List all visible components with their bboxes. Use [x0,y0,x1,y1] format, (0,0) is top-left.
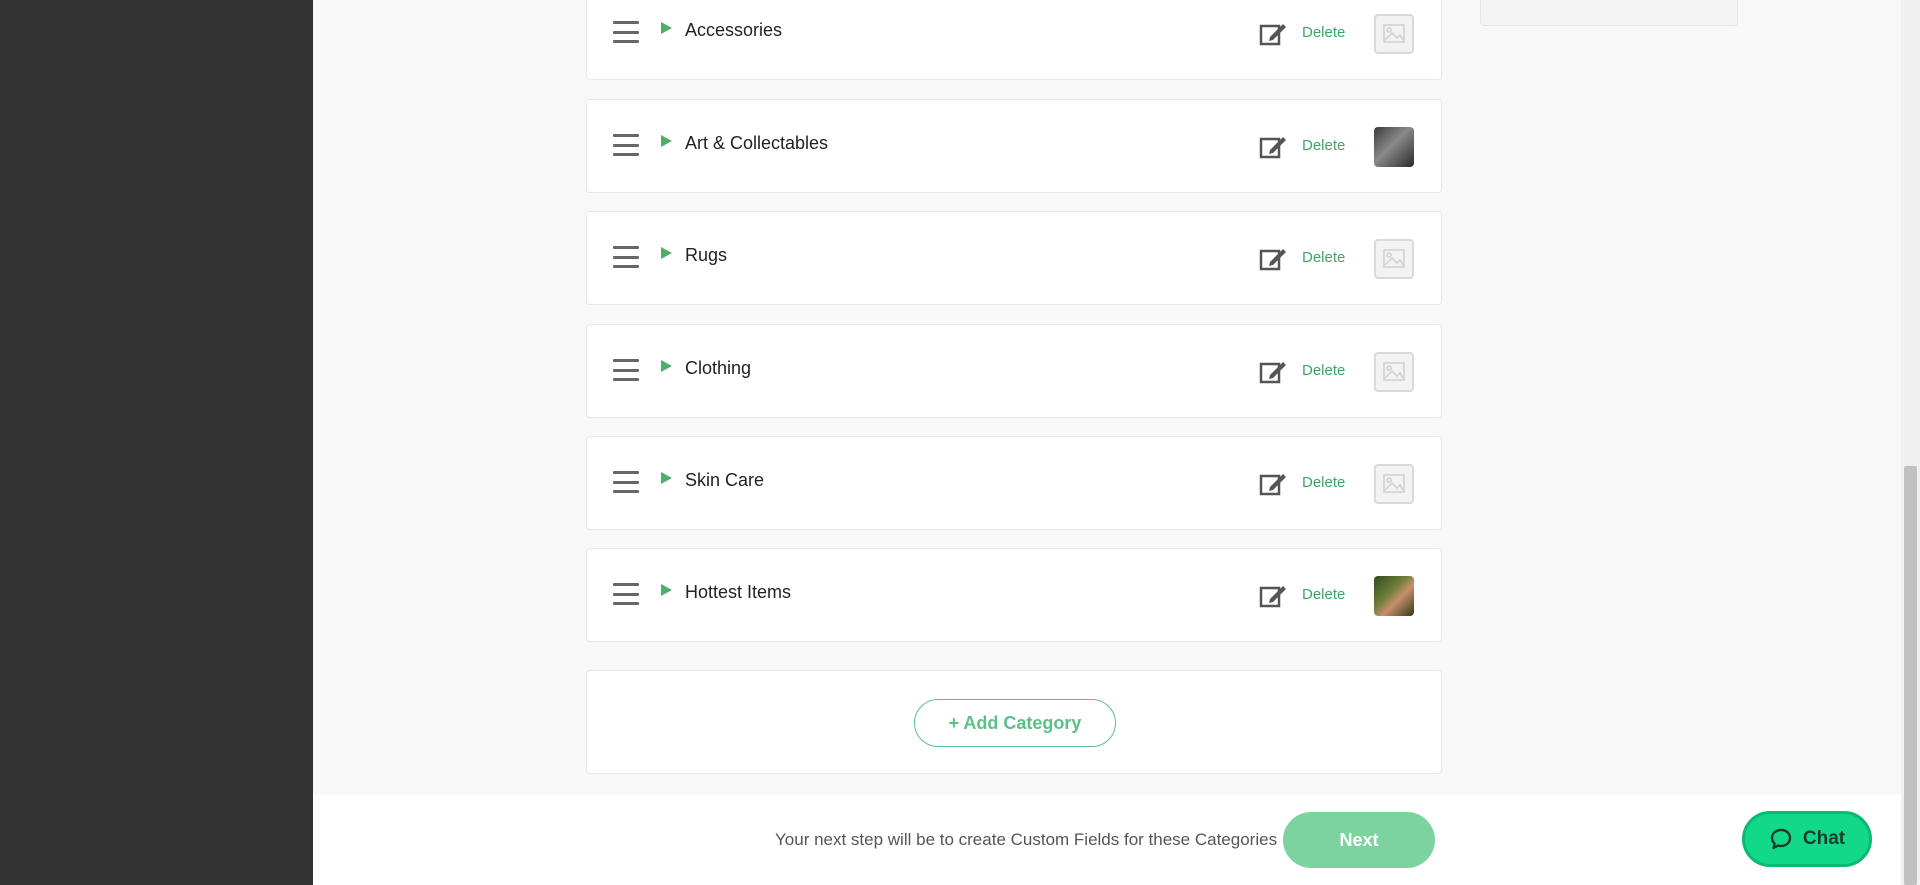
edit-icon[interactable] [1259,133,1287,161]
chat-label: Chat [1802,828,1846,849]
edit-icon[interactable] [1259,582,1287,610]
edit-icon[interactable] [1259,20,1287,48]
category-image[interactable] [1374,127,1414,167]
next-step-text: Your next step will be to create Custom … [775,830,1278,849]
drag-handle-icon[interactable] [613,21,639,43]
edit-icon[interactable] [1259,245,1287,273]
drag-handle-icon[interactable] [613,471,639,493]
category-row: Clothing Delete [586,324,1442,418]
edit-icon[interactable] [1259,470,1287,498]
category-row: Hottest Items Delete [586,548,1442,642]
chat-button[interactable]: Chat [1742,811,1872,867]
category-row: Rugs Delete [586,211,1442,305]
expand-caret-icon[interactable] [661,360,672,372]
category-name: Art & Collectables [685,133,829,153]
category-row: Accessories Delete [586,0,1442,80]
delete-button[interactable]: Delete [1302,137,1345,154]
expand-caret-icon[interactable] [661,22,672,34]
right-panel [1480,0,1738,26]
next-button[interactable]: Next [1283,812,1435,868]
delete-button[interactable]: Delete [1302,362,1345,379]
drag-handle-icon[interactable] [613,134,639,156]
drag-handle-icon[interactable] [613,246,639,268]
expand-caret-icon[interactable] [661,247,672,259]
delete-button[interactable]: Delete [1302,24,1345,41]
category-image[interactable] [1374,576,1414,616]
scrollbar-thumb[interactable] [1904,466,1917,885]
left-sidebar [0,0,313,885]
expand-caret-icon[interactable] [661,472,672,484]
expand-caret-icon[interactable] [661,584,672,596]
footer-bar: Your next step will be to create Custom … [313,795,1901,885]
category-name: Clothing [685,358,752,378]
image-placeholder-icon[interactable] [1374,239,1414,279]
category-name: Skin Care [685,470,765,490]
delete-button[interactable]: Delete [1302,474,1345,491]
add-category-panel: + Add Category [586,670,1442,774]
category-row: Skin Care Delete [586,436,1442,530]
category-name: Accessories [685,20,783,40]
page-scrollbar[interactable] [1901,0,1920,885]
drag-handle-icon[interactable] [613,359,639,381]
delete-button[interactable]: Delete [1302,586,1345,603]
image-placeholder-icon[interactable] [1374,464,1414,504]
category-name: Rugs [685,245,728,265]
chat-bubble-icon [1770,828,1792,850]
category-name: Hottest Items [685,582,792,602]
add-category-button[interactable]: + Add Category [914,699,1116,747]
category-row: Art & Collectables Delete [586,99,1442,193]
image-placeholder-icon[interactable] [1374,14,1414,54]
edit-icon[interactable] [1259,358,1287,386]
expand-caret-icon[interactable] [661,135,672,147]
delete-button[interactable]: Delete [1302,249,1345,266]
drag-handle-icon[interactable] [613,583,639,605]
image-placeholder-icon[interactable] [1374,352,1414,392]
